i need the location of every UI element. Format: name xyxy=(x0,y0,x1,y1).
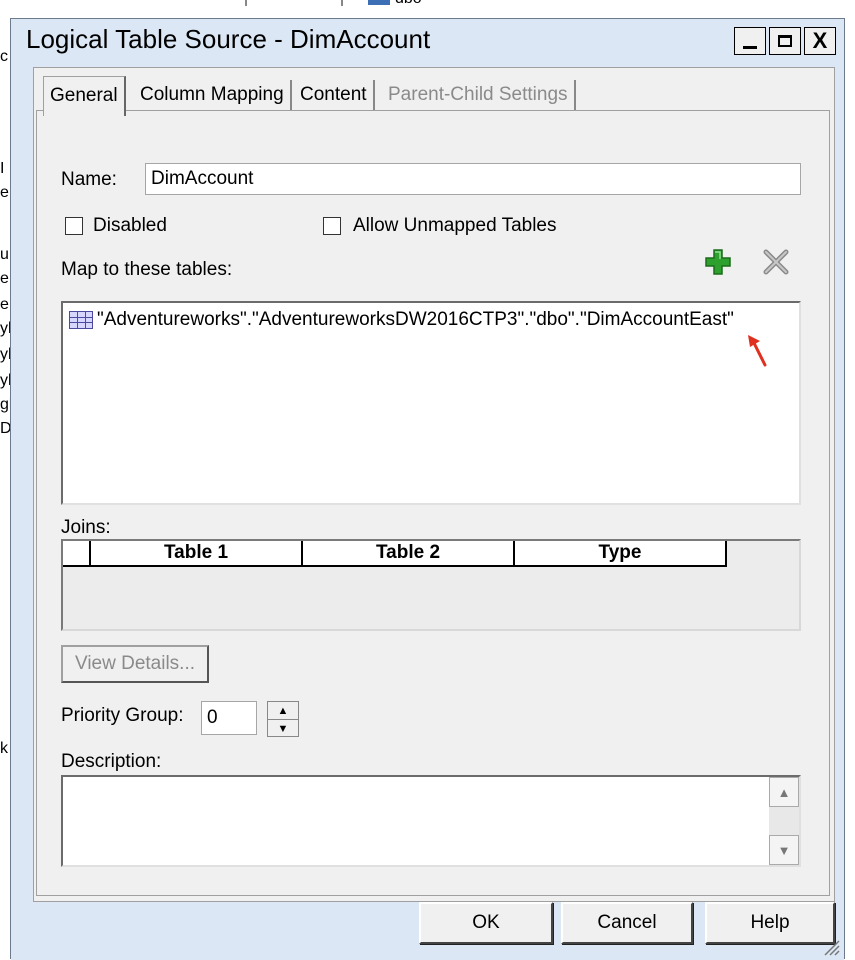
background-text: c xyxy=(0,48,8,65)
background-text: dbo xyxy=(395,0,422,8)
ok-button[interactable]: OK xyxy=(419,902,553,944)
spin-down-icon[interactable]: ▼ xyxy=(268,720,298,737)
column-header-type[interactable]: Type xyxy=(515,541,727,567)
joins-grid[interactable]: Table 1 Table 2 Type xyxy=(61,539,801,631)
mapped-table-name: "Adventureworks"."AdventureworksDW2016CT… xyxy=(97,309,734,330)
disabled-checkbox[interactable] xyxy=(65,217,83,235)
list-item[interactable]: "Adventureworks"."AdventureworksDW2016CT… xyxy=(69,309,734,331)
priority-group-spinner[interactable]: ▲ ▼ xyxy=(267,701,299,737)
tab-strip: General Column Mapping Content Parent-Ch… xyxy=(34,74,834,116)
add-table-button[interactable] xyxy=(703,247,733,277)
scroll-down-icon[interactable]: ▼ xyxy=(769,835,799,865)
help-button[interactable]: Help xyxy=(705,902,835,944)
dialog-client-area: General Column Mapping Content Parent-Ch… xyxy=(33,67,835,902)
allow-unmapped-checkbox[interactable] xyxy=(323,217,341,235)
background-text: e xyxy=(0,296,9,313)
x-icon xyxy=(763,249,789,275)
view-details-button[interactable]: View Details... xyxy=(61,645,209,683)
background-text: e xyxy=(0,184,9,201)
mapped-tables-list[interactable]: "Adventureworks"."AdventureworksDW2016CT… xyxy=(61,301,801,505)
logical-table-source-dialog: Logical Table Source - DimAccount X Gene… xyxy=(10,18,845,960)
resize-grip-icon[interactable] xyxy=(822,938,840,956)
plus-icon xyxy=(705,249,731,275)
divider xyxy=(341,0,343,6)
description-label: Description: xyxy=(61,751,162,772)
disabled-label: Disabled xyxy=(93,215,167,236)
red-arrow-annotation xyxy=(748,335,767,367)
name-input[interactable] xyxy=(145,163,801,195)
general-tab-panel: Name: Disabled Allow Unmapped Tables Map… xyxy=(36,110,830,896)
map-tables-label: Map to these tables: xyxy=(61,259,233,280)
joins-label: Joins: xyxy=(61,517,111,538)
cancel-button[interactable]: Cancel xyxy=(561,902,693,944)
description-scrollbar[interactable]: ▲ ▼ xyxy=(769,777,799,865)
background-text: k xyxy=(0,740,8,757)
priority-group-input[interactable] xyxy=(201,701,257,735)
maximize-button[interactable] xyxy=(769,27,801,55)
title-bar[interactable]: Logical Table Source - DimAccount X xyxy=(11,19,844,63)
maximize-icon xyxy=(778,35,792,47)
allow-unmapped-label: Allow Unmapped Tables xyxy=(353,215,557,236)
remove-table-button[interactable] xyxy=(761,247,791,277)
dialog-button-bar: OK Cancel Help xyxy=(11,902,844,960)
spin-up-icon[interactable]: ▲ xyxy=(268,702,298,720)
minimize-button[interactable] xyxy=(734,27,766,55)
background-app-strip: dbo xyxy=(245,0,445,8)
background-text: u xyxy=(0,246,9,263)
background-text: e xyxy=(0,270,9,287)
minimize-icon xyxy=(743,45,757,49)
tab-column-mapping[interactable]: Column Mapping xyxy=(134,80,292,110)
close-icon: X xyxy=(812,28,828,53)
tab-parent-child-settings[interactable]: Parent-Child Settings xyxy=(382,80,576,110)
table-icon xyxy=(368,0,390,5)
window-title: Logical Table Source - DimAccount xyxy=(26,24,431,54)
scroll-up-icon[interactable]: ▲ xyxy=(769,777,799,807)
background-text: I xyxy=(0,160,5,177)
column-header-table1[interactable]: Table 1 xyxy=(91,541,303,567)
row-header-corner xyxy=(63,541,91,567)
tab-general[interactable]: General xyxy=(43,76,126,116)
close-button[interactable]: X xyxy=(804,27,836,55)
description-textarea[interactable]: ▲ ▼ xyxy=(61,775,801,867)
name-label: Name: xyxy=(61,169,117,190)
divider xyxy=(245,0,247,6)
table-icon xyxy=(69,311,93,329)
priority-group-label: Priority Group: xyxy=(61,705,184,726)
tab-content[interactable]: Content xyxy=(294,80,375,110)
column-header-table2[interactable]: Table 2 xyxy=(303,541,515,567)
